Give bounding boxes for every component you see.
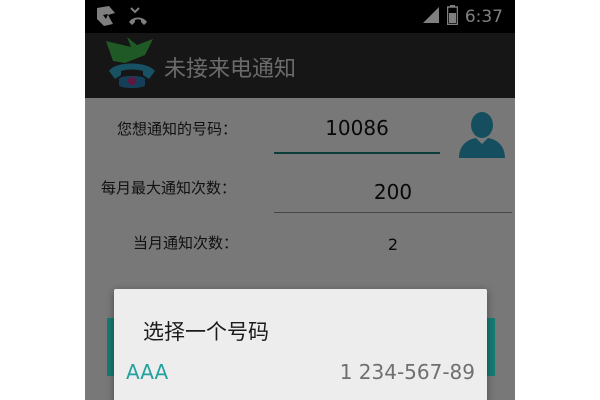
- dialog-title: 选择一个号码: [143, 320, 269, 344]
- list-item[interactable]: AAA 1 234-567-89: [114, 357, 487, 391]
- contact-number: 1 234-567-89: [339, 360, 475, 384]
- contact-name: AAA: [126, 360, 169, 384]
- background-button-edge-right: [487, 318, 495, 376]
- phone-screen: 6:37 未接来电通知 您想通知的号码： 10086 每月最大通知次数： 200: [85, 0, 515, 400]
- select-number-dialog: 选择一个号码 AAA 1 234-567-89: [114, 289, 487, 400]
